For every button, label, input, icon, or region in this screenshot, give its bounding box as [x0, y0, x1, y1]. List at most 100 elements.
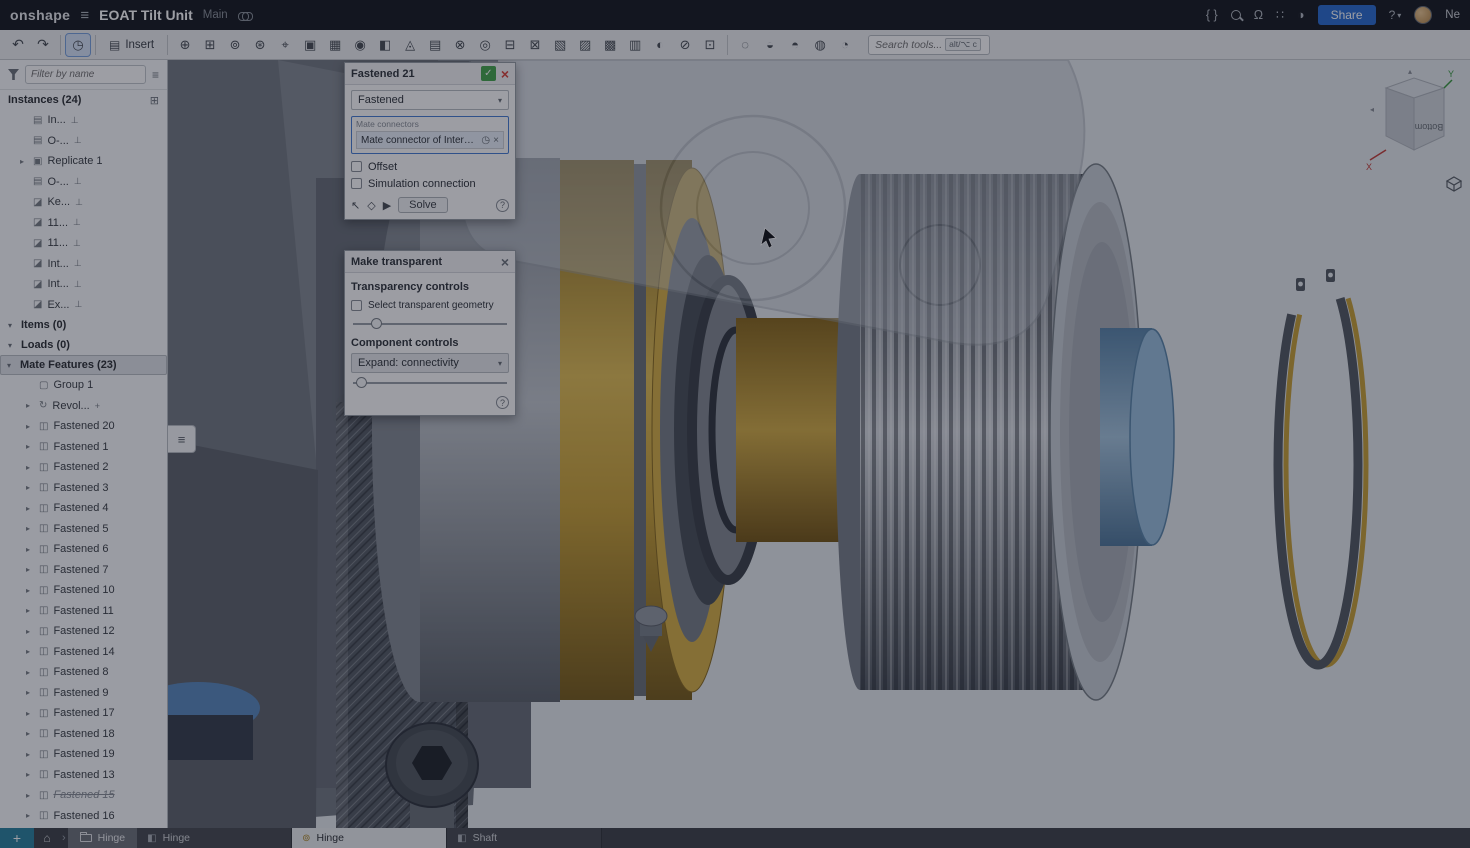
- hole-icon[interactable]: ⊘: [673, 34, 697, 56]
- chevron-right-icon[interactable]: ▸: [26, 545, 34, 554]
- linear-pattern-icon[interactable]: ▦: [323, 34, 347, 56]
- instance-row[interactable]: ◪ 11... ⊥: [0, 213, 167, 234]
- select-geometry-checkbox[interactable]: [351, 300, 362, 311]
- view-cube[interactable]: ▴ ◂ Bottom X Y: [1362, 66, 1458, 178]
- close-icon[interactable]: ×: [501, 67, 509, 81]
- instance-row[interactable]: ▤ O-... ⊥: [0, 131, 167, 152]
- chevron-right-icon[interactable]: ▸: [26, 811, 34, 820]
- redo-icon[interactable]: ↷: [31, 34, 55, 56]
- hide-icon[interactable]: ◍: [808, 34, 832, 56]
- display-states-icon[interactable]: ▩: [598, 34, 622, 56]
- isometric-view-icon[interactable]: [1446, 176, 1462, 197]
- mate-type-dropdown[interactable]: Fastened ▾: [351, 90, 509, 110]
- simulation-checkbox-row[interactable]: Simulation connection: [351, 175, 509, 192]
- expand-dropdown[interactable]: Expand: connectivity ▾: [351, 353, 509, 373]
- mate-feature-row[interactable]: ▸ ◫ Fastened 7: [0, 560, 167, 581]
- insert-instance-icon[interactable]: ⊞: [150, 94, 159, 107]
- instance-row[interactable]: ◪ Int... ⊥: [0, 254, 167, 275]
- mate-feature-row[interactable]: ▸ ◫ Fastened 4: [0, 498, 167, 519]
- chevron-right-icon[interactable]: ▸: [26, 483, 34, 492]
- chevron-right-icon[interactable]: ▸: [26, 688, 34, 697]
- offset-checkbox[interactable]: [351, 161, 362, 172]
- filter-input[interactable]: [25, 65, 146, 84]
- hamburger-menu-icon[interactable]: ≡: [80, 7, 89, 24]
- chevron-right-icon[interactable]: ▸: [26, 422, 34, 431]
- slider-thumb[interactable]: [356, 377, 367, 388]
- chevron-right-icon[interactable]: ▸: [26, 586, 34, 595]
- app-store-icon[interactable]: ∷: [1276, 9, 1284, 22]
- mate-connector-icon[interactable]: ⌖: [273, 34, 297, 56]
- search-tools-input[interactable]: [875, 39, 945, 51]
- mate-feature-row[interactable]: ▢ Group 1: [0, 375, 167, 396]
- simulation-checkbox[interactable]: [351, 178, 362, 189]
- document-tab[interactable]: ◧ Shaft: [447, 828, 602, 848]
- replicate-icon[interactable]: ▣: [298, 34, 322, 56]
- mirror-icon[interactable]: ◧: [373, 34, 397, 56]
- folder-breadcrumb[interactable]: Hinge: [68, 828, 137, 848]
- mate-feature-row[interactable]: ▸ ↻ Revol... +: [0, 396, 167, 417]
- theme-icon[interactable]: ◑: [1297, 9, 1305, 22]
- close-icon[interactable]: ×: [501, 255, 509, 269]
- mass-properties-icon[interactable]: ⊠: [523, 34, 547, 56]
- home-icon[interactable]: ⌂: [34, 828, 60, 848]
- remove-icon[interactable]: ×: [493, 135, 499, 146]
- mate-feature-row[interactable]: ▸ ◫ Fastened 16: [0, 806, 167, 827]
- component-slider[interactable]: [353, 376, 507, 390]
- interference-icon[interactable]: ⊗: [448, 34, 472, 56]
- chevron-right-icon[interactable]: ▸: [26, 504, 34, 513]
- select-arrow-icon[interactable]: ↖: [351, 199, 360, 212]
- configurations-icon[interactable]: ▨: [573, 34, 597, 56]
- add-tab-button[interactable]: +: [0, 828, 34, 848]
- select-geometry-checkbox-row[interactable]: Select transparent geometry: [351, 297, 509, 314]
- panel-menu-icon[interactable]: ≡: [152, 68, 159, 82]
- isolate-icon[interactable]: ◌: [733, 34, 757, 56]
- mate-feature-row[interactable]: ▸ ◫ Fastened 13: [0, 765, 167, 786]
- mate-feature-row[interactable]: ▸ ◫ Fastened 9: [0, 683, 167, 704]
- mate-feature-row[interactable]: ▸ ◫ Fastened 8: [0, 662, 167, 683]
- snap-mode-icon[interactable]: ⊛: [248, 34, 272, 56]
- mate-feature-row[interactable]: ▸ ◫ Fastened 6: [0, 539, 167, 560]
- rollback-bar-icon[interactable]: ◷: [66, 34, 90, 56]
- rotate-left-arrow[interactable]: ◂: [1370, 105, 1374, 114]
- section-view-icon[interactable]: ◒: [758, 34, 782, 56]
- sheet-metal-icon[interactable]: ▥: [623, 34, 647, 56]
- instances-header[interactable]: Instances (24) ⊞: [0, 90, 167, 110]
- geometry-icon[interactable]: ◇: [367, 199, 375, 212]
- instance-row[interactable]: ▤ In... ⊥: [0, 110, 167, 131]
- circular-pattern-icon[interactable]: ◉: [348, 34, 372, 56]
- search-tools-box[interactable]: alt/⌥ c: [868, 35, 990, 55]
- chevron-right-icon[interactable]: ▸: [20, 157, 28, 166]
- instance-row[interactable]: ◪ Int... ⊥: [0, 274, 167, 295]
- help-icon[interactable]: ?: [1389, 8, 1396, 22]
- chevron-right-icon[interactable]: ▸: [26, 565, 34, 574]
- appearance-icon[interactable]: ◐: [648, 34, 672, 56]
- items-header[interactable]: ▾ Items (0): [0, 315, 167, 335]
- chevron-right-icon[interactable]: ▸: [26, 463, 34, 472]
- dialog-header[interactable]: Fastened 21 ✓ ×: [345, 63, 515, 85]
- bom-icon[interactable]: ▤: [423, 34, 447, 56]
- transparency-slider[interactable]: [353, 317, 507, 331]
- chevron-right-icon[interactable]: ▸: [26, 770, 34, 779]
- solve-button[interactable]: Solve: [398, 197, 448, 213]
- document-tab[interactable]: ⊚ Hinge: [292, 828, 447, 848]
- mate-feature-row[interactable]: ▸ ◫ Fastened 18: [0, 724, 167, 745]
- mate-feature-row[interactable]: ▸ ◫ Fastened 2: [0, 457, 167, 478]
- mate-relations-icon[interactable]: ⊚: [223, 34, 247, 56]
- rotate-up-arrow[interactable]: ▴: [1408, 67, 1412, 76]
- chevron-right-icon[interactable]: ▸: [26, 750, 34, 759]
- group-icon[interactable]: ⊞: [198, 34, 222, 56]
- loads-header[interactable]: ▾ Loads (0): [0, 335, 167, 355]
- share-button[interactable]: Share: [1318, 5, 1376, 25]
- mate-feature-row[interactable]: ▸ ◫ Fastened 11: [0, 601, 167, 622]
- mate-feature-row[interactable]: ▸ ◫ Fastened 17: [0, 703, 167, 724]
- instance-row[interactable]: ◪ 11... ⊥: [0, 233, 167, 254]
- mate-feature-row[interactable]: ▸ ◫ Fastened 3: [0, 478, 167, 499]
- named-views-icon[interactable]: ◓: [783, 34, 807, 56]
- versions-link-icon[interactable]: [238, 12, 253, 19]
- mate-feature-row[interactable]: ▸ ◫ Fastened 20: [0, 416, 167, 437]
- chevron-right-icon[interactable]: ▸: [26, 401, 34, 410]
- instance-row[interactable]: ▤ O-... ⊥: [0, 172, 167, 193]
- help-icon[interactable]: ?: [496, 396, 509, 409]
- help-menu[interactable]: ? ▾: [1389, 8, 1402, 22]
- mate-feature-row[interactable]: ▸ ◫ Fastened 19: [0, 744, 167, 765]
